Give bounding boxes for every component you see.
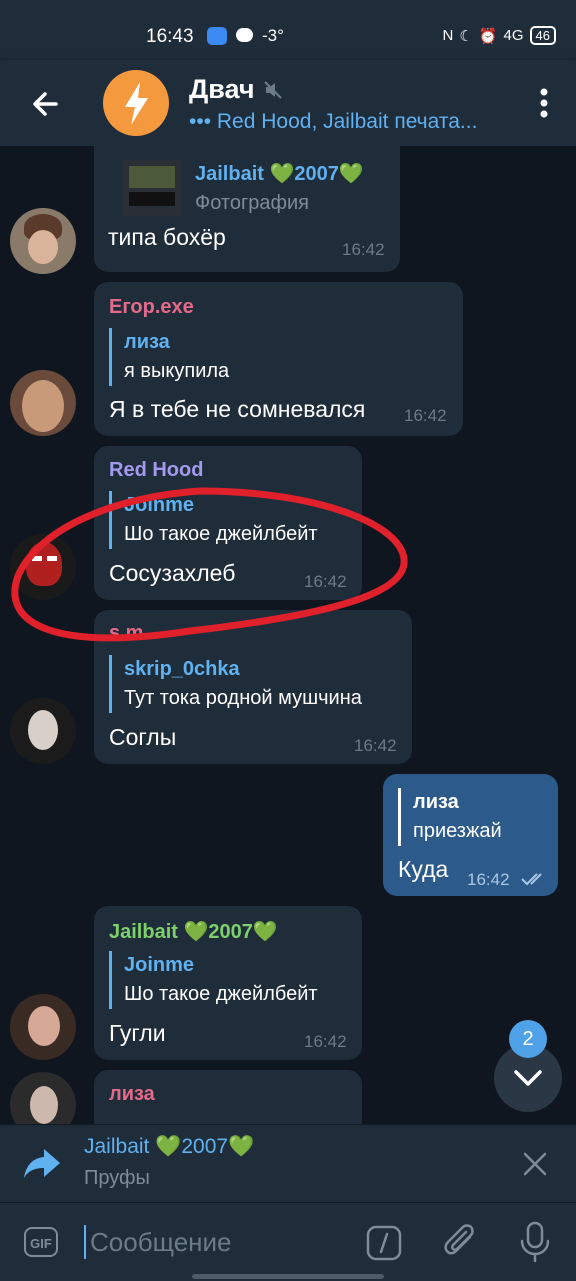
group-avatar[interactable] [103,70,169,136]
message-list[interactable]: Jailbait 💚2007💚 Фотография типа бохёр 16… [0,146,576,1124]
chat-title[interactable]: Двач [189,74,255,105]
status-bar: 16:43 -3° N ☾ ⏰ 4G 46 [0,0,576,60]
nfc-icon: N [442,27,454,44]
message-input-bar: GIF Сообщение [0,1202,576,1281]
more-menu-icon[interactable] [540,88,548,118]
message-notification-icon [236,28,253,42]
bot-command-icon[interactable] [366,1225,402,1261]
home-indicator [192,1274,384,1279]
microphone-icon[interactable] [518,1221,552,1263]
status-time: 16:43 [146,26,194,47]
network-label: 4G [503,27,524,44]
alarm-icon: ⏰ [478,27,498,45]
android-notification-icon [207,27,227,45]
red-circle-annotation [11,487,408,642]
reply-arrow-icon [24,1149,60,1178]
reply-author: Jailbait 💚2007💚 [84,1135,255,1158]
back-arrow-icon[interactable] [26,84,66,124]
typing-status: ••• Red Hood, Jailbait печата... [189,110,478,133]
message-input[interactable]: Сообщение [90,1227,232,1258]
moon-icon: ☾ [459,27,473,45]
muted-icon [264,81,282,99]
gif-button[interactable]: GIF [24,1227,58,1257]
lightning-icon [125,82,148,125]
status-temperature: -3° [262,26,284,45]
battery-icon: 46 [529,26,556,45]
reply-text: Пруфы [84,1167,150,1189]
unread-count-badge: 2 [509,1020,547,1058]
status-icons: N ☾ ⏰ 4G 46 [443,26,556,45]
chat-header: Двач ••• Red Hood, Jailbait печата... [0,60,576,146]
attach-icon[interactable] [442,1223,480,1263]
text-cursor [84,1225,86,1259]
reply-preview-bar: Jailbait 💚2007💚 Пруфы [0,1124,576,1203]
close-icon[interactable] [522,1151,548,1177]
